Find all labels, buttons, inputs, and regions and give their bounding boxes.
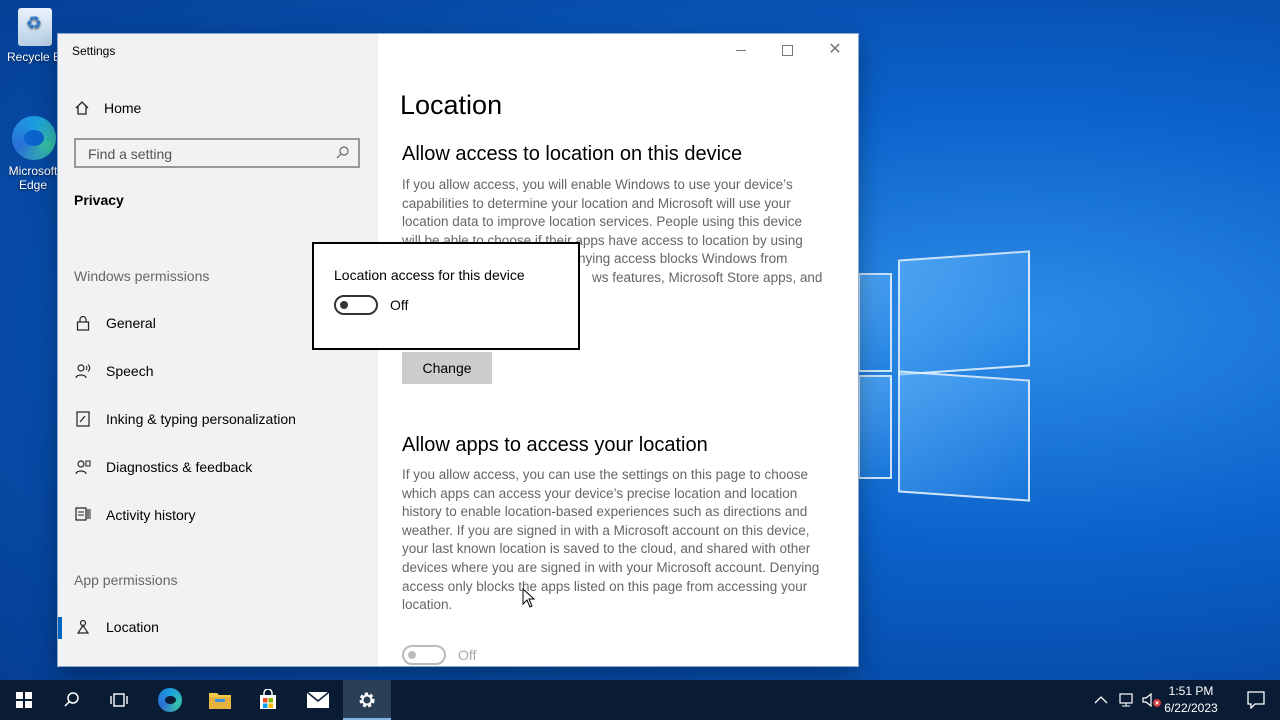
sidebar-home-label: Home xyxy=(104,100,142,116)
edge-icon xyxy=(12,116,56,160)
sidebar-item-label: Speech xyxy=(106,363,154,379)
diagnostics-icon xyxy=(74,458,92,476)
sidebar-item-speech[interactable]: Speech xyxy=(58,351,378,391)
paragraph-line: weather. If you are signed in with a Mic… xyxy=(402,522,810,538)
taskbar: 1:51 PM 6/22/2023 xyxy=(0,680,1280,720)
sidebar-item-label: Diagnostics & feedback xyxy=(106,459,253,475)
change-button[interactable]: Change xyxy=(402,352,492,384)
taskbar-edge-button[interactable] xyxy=(146,680,194,720)
lock-icon xyxy=(74,314,92,332)
clock-time: 1:51 PM xyxy=(1168,684,1214,698)
start-button[interactable] xyxy=(0,680,48,720)
window-title: Settings xyxy=(72,44,116,58)
search-icon xyxy=(336,146,349,159)
speech-icon xyxy=(74,362,92,380)
desktop-icon-recycle-bin[interactable]: Recycle Bin xyxy=(5,8,65,64)
task-view-icon xyxy=(110,693,128,707)
desktop-icon-label: Microsoft Edge xyxy=(8,164,58,192)
recycle-bin-icon xyxy=(18,8,52,46)
toggle-knob xyxy=(340,301,348,309)
page-title: Location xyxy=(400,90,503,120)
section-heading-app-access: Allow apps to access your location xyxy=(402,434,708,456)
settings-window: Settings Home Privacy Windows permission… xyxy=(58,34,858,666)
sidebar-item-label: Location xyxy=(106,619,159,635)
clock-date: 6/22/2023 xyxy=(1164,701,1218,715)
close-icon: ✕ xyxy=(828,41,842,58)
network-icon[interactable] xyxy=(1118,692,1136,708)
sidebar-item-inking-typing[interactable]: Inking & typing personalization xyxy=(58,399,378,439)
window-controls: ✕ xyxy=(718,34,858,66)
group-label-windows-permissions: Windows permissions xyxy=(74,268,210,284)
sidebar-item-label: Activity history xyxy=(106,507,196,523)
search-icon xyxy=(64,692,79,707)
settings-icon xyxy=(359,692,375,708)
sidebar-item-label: Inking & typing personalization xyxy=(106,411,296,427)
mail-icon xyxy=(306,691,330,708)
paragraph-line: If you allow access, you can use the set… xyxy=(402,467,808,482)
search-box[interactable] xyxy=(74,138,360,168)
sidebar-home[interactable]: Home xyxy=(74,98,141,118)
desktop-icon-label: Recycle Bin xyxy=(7,50,59,64)
sidebar-item-activity-history[interactable]: Activity history xyxy=(58,495,378,535)
paragraph-line: devices where you are signed in with you… xyxy=(402,559,820,575)
device-location-toggle-state: Off xyxy=(390,297,409,313)
paragraph-line: capabilities to determine your location … xyxy=(402,195,791,211)
action-center-icon xyxy=(1247,691,1265,709)
close-button[interactable]: ✕ xyxy=(812,34,858,66)
taskbar-mail-button[interactable] xyxy=(294,680,342,720)
sidebar: Settings Home Privacy Windows permission… xyxy=(58,34,378,666)
taskbar-settings-button[interactable] xyxy=(343,680,391,720)
action-center-button[interactable] xyxy=(1232,680,1280,720)
paragraph-line: location data to improve location servic… xyxy=(402,214,802,230)
app-location-toggle-state: Off xyxy=(458,647,477,663)
section-heading-device-access: Allow access to location on this device xyxy=(402,143,743,165)
paragraph-line: location. xyxy=(402,597,453,613)
content-pane: ✕ Location Allow access to location on t… xyxy=(378,34,858,666)
paragraph-line: access only blocks the apps listed on th… xyxy=(402,578,808,594)
maximize-button[interactable] xyxy=(764,34,810,66)
device-location-toggle[interactable] xyxy=(334,295,378,315)
home-icon xyxy=(75,101,89,115)
task-view-button[interactable] xyxy=(96,680,144,720)
sidebar-item-location[interactable]: Location xyxy=(58,607,378,647)
search-input[interactable] xyxy=(86,144,330,164)
activity-history-icon xyxy=(74,506,92,524)
app-location-toggle[interactable] xyxy=(402,645,446,665)
desktop-icon-edge[interactable]: Microsoft Edge xyxy=(4,116,64,192)
minimize-button[interactable] xyxy=(718,34,764,66)
paragraph-line: If you allow access, you will enable Win… xyxy=(402,177,793,192)
taskbar-store-button[interactable] xyxy=(244,680,292,720)
windows-logo-wallpaper xyxy=(858,250,1030,502)
location-access-flyout: Location access for this device Off xyxy=(312,242,580,350)
location-icon xyxy=(74,618,92,636)
sidebar-item-label: General xyxy=(106,315,156,331)
flyout-title: Location access for this device xyxy=(334,267,525,283)
app-access-description: If you allow access, you can use the set… xyxy=(402,466,838,615)
edge-icon xyxy=(158,688,182,712)
taskbar-clock[interactable]: 1:51 PM 6/22/2023 xyxy=(1156,683,1226,717)
start-icon xyxy=(16,692,32,708)
taskbar-search-button[interactable] xyxy=(48,680,96,720)
system-tray xyxy=(1094,680,1162,720)
paragraph-line: history to enable location-based experie… xyxy=(402,504,808,520)
store-icon xyxy=(260,689,276,709)
chevron-up-icon[interactable] xyxy=(1094,695,1108,705)
sidebar-section-privacy: Privacy xyxy=(74,192,124,208)
inking-icon xyxy=(74,410,92,428)
group-label-app-permissions: App permissions xyxy=(74,572,178,588)
file-explorer-icon xyxy=(209,693,231,709)
paragraph-line: your last known location is saved to the… xyxy=(402,541,811,557)
sidebar-item-diagnostics[interactable]: Diagnostics & feedback xyxy=(58,447,378,487)
taskbar-file-explorer-button[interactable] xyxy=(196,680,244,720)
paragraph-line: which apps can access your device’s prec… xyxy=(402,485,798,501)
toggle-knob xyxy=(408,651,416,659)
mouse-cursor-icon xyxy=(522,588,536,608)
